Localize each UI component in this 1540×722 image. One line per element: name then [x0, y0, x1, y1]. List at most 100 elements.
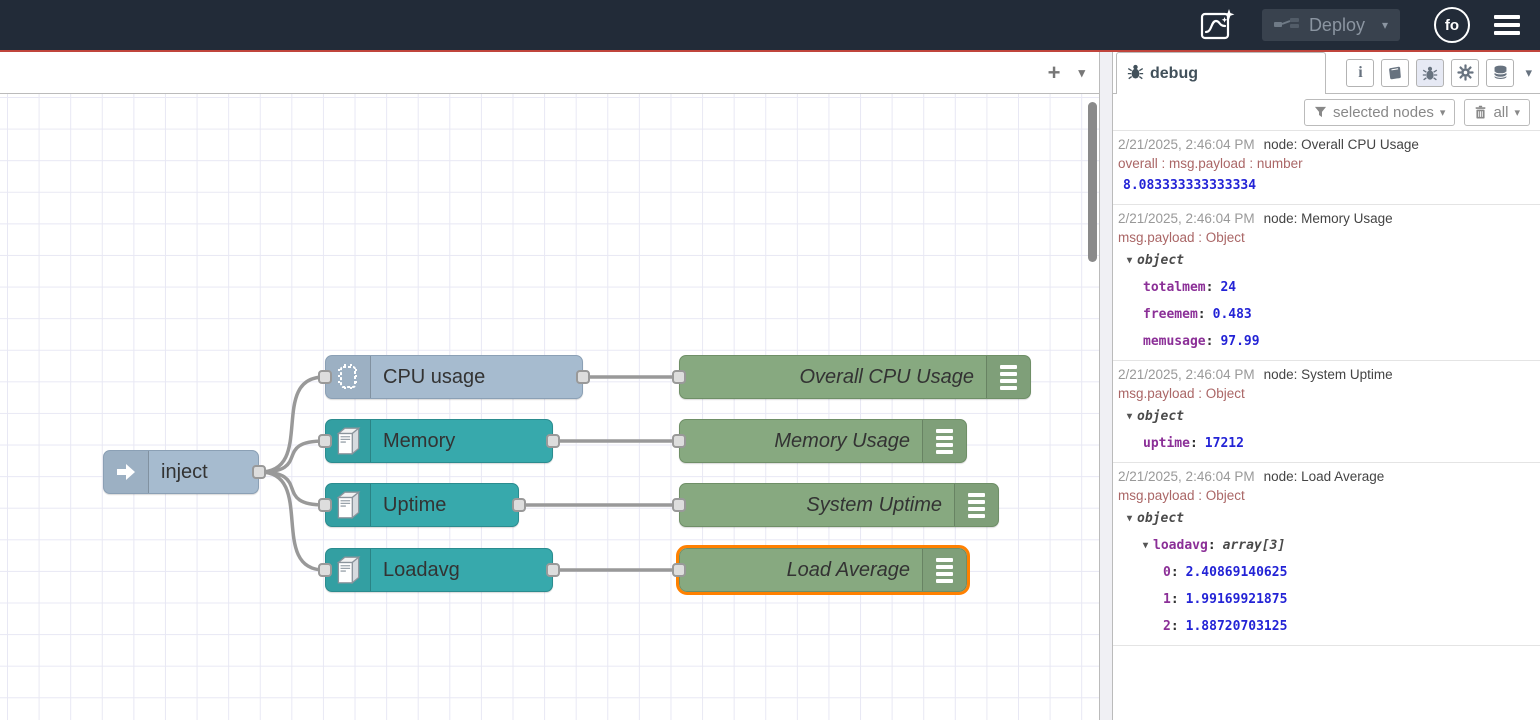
- output-port[interactable]: [546, 434, 560, 448]
- object-entry: memusage: 97.99: [1118, 328, 1536, 355]
- node-loadavg[interactable]: Loadavg: [325, 548, 553, 592]
- user-avatar[interactable]: fo: [1434, 7, 1470, 43]
- canvas-vertical-scrollbar[interactable]: [1088, 102, 1097, 262]
- node-label: Loadavg: [371, 559, 552, 582]
- sidebar-more-caret-icon[interactable]: ▾: [1525, 65, 1532, 81]
- output-port[interactable]: [576, 370, 590, 384]
- bug-icon: [1127, 63, 1144, 85]
- server-icon: [326, 484, 371, 526]
- main-menu-icon[interactable]: [1494, 15, 1520, 35]
- input-port[interactable]: [672, 498, 686, 512]
- node-memory[interactable]: Memory: [325, 419, 553, 463]
- server-icon: [326, 420, 371, 462]
- collapse-caret-icon[interactable]: ▾: [1127, 505, 1132, 532]
- inject-arrow-icon: [104, 451, 149, 493]
- message-property: msg.payload : Object: [1118, 486, 1536, 505]
- node-label: Load Average: [680, 559, 922, 582]
- message-property: msg.payload : Object: [1118, 228, 1536, 247]
- input-port[interactable]: [318, 434, 332, 448]
- main-area: + ▾ inject: [0, 52, 1540, 720]
- debug-list-icon: [922, 420, 966, 462]
- filter-caret-icon: ▾: [1440, 106, 1446, 119]
- clear-scope-label: all: [1493, 104, 1508, 121]
- deploy-caret-icon[interactable]: ▾: [1374, 18, 1388, 32]
- workspace-column: + ▾ inject: [0, 52, 1100, 720]
- debug-message: 2/21/2025, 2:46:04 PM node: Overall CPU …: [1113, 131, 1540, 205]
- node-debug-system-uptime[interactable]: System Uptime: [679, 483, 999, 527]
- input-port[interactable]: [318, 498, 332, 512]
- output-port[interactable]: [512, 498, 526, 512]
- input-port[interactable]: [672, 563, 686, 577]
- node-inject[interactable]: inject: [103, 450, 259, 494]
- message-timestamp: 2/21/2025, 2:46:04 PM: [1118, 467, 1255, 486]
- message-source-node: node: Overall CPU Usage: [1264, 135, 1419, 154]
- message-timestamp: 2/21/2025, 2:46:04 PM: [1118, 209, 1255, 228]
- microchip-icon: [326, 356, 371, 398]
- message-source-node: node: Memory Usage: [1264, 209, 1393, 228]
- array-entry: 1: 1.99169921875: [1118, 586, 1536, 613]
- object-entry: freemem: 0.483: [1118, 301, 1536, 328]
- deploy-nodes-icon: [1274, 17, 1300, 34]
- filter-selected-nodes-button[interactable]: selected nodes ▾: [1304, 99, 1455, 126]
- input-port[interactable]: [672, 434, 686, 448]
- message-timestamp: 2/21/2025, 2:46:04 PM: [1118, 365, 1255, 384]
- debug-message-list[interactable]: 2/21/2025, 2:46:04 PM node: Overall CPU …: [1113, 131, 1540, 720]
- input-port[interactable]: [672, 370, 686, 384]
- filter-funnel-icon: [1314, 106, 1327, 118]
- collapse-caret-icon[interactable]: ▾: [1127, 247, 1132, 274]
- clear-messages-button[interactable]: all ▾: [1464, 99, 1530, 126]
- input-port[interactable]: [318, 370, 332, 384]
- node-label: Memory: [371, 430, 552, 453]
- flow-list-caret-icon[interactable]: ▾: [1078, 66, 1085, 79]
- debug-list-icon: [986, 356, 1030, 398]
- info-tab-button[interactable]: i: [1346, 59, 1374, 87]
- node-debug-memory-usage[interactable]: Memory Usage: [679, 419, 967, 463]
- output-port[interactable]: [252, 465, 266, 479]
- collapse-caret-icon[interactable]: ▾: [1143, 532, 1148, 559]
- object-root: object: [1137, 403, 1184, 430]
- flow-assistant-icon[interactable]: [1200, 8, 1236, 42]
- node-label: Memory Usage: [680, 430, 922, 453]
- clear-caret-icon: ▾: [1514, 106, 1520, 119]
- output-port[interactable]: [546, 563, 560, 577]
- input-port[interactable]: [318, 563, 332, 577]
- node-cpu-usage[interactable]: CPU usage: [325, 355, 583, 399]
- debug-sidebar: debug i: [1113, 52, 1540, 720]
- sidebar-header: debug i: [1113, 52, 1540, 94]
- node-label: inject: [149, 461, 258, 484]
- sidebar-tab-buttons: i: [1326, 52, 1540, 93]
- collapse-caret-icon[interactable]: ▾: [1127, 403, 1132, 430]
- tab-debug[interactable]: debug: [1116, 52, 1326, 94]
- sidebar-resize-handle[interactable]: [1100, 52, 1113, 720]
- object-root: object: [1137, 505, 1184, 532]
- array-entry-header: ▾ loadavg: array[3]: [1118, 532, 1536, 559]
- object-root: object: [1137, 247, 1184, 274]
- message-timestamp: 2/21/2025, 2:46:04 PM: [1118, 135, 1255, 154]
- node-debug-load-average[interactable]: Load Average: [679, 548, 967, 592]
- message-value: 8.083333333333334: [1118, 173, 1536, 199]
- message-source-node: node: System Uptime: [1264, 365, 1393, 384]
- add-flow-button[interactable]: +: [1048, 62, 1061, 84]
- flow-canvas[interactable]: inject CPU usage: [0, 94, 1099, 720]
- config-nodes-tab-button[interactable]: [1451, 59, 1479, 87]
- node-debug-overall-cpu-usage[interactable]: Overall CPU Usage: [679, 355, 1031, 399]
- debug-tab-button[interactable]: [1416, 59, 1444, 87]
- debug-filter-row: selected nodes ▾ all ▾: [1113, 94, 1540, 131]
- message-source-node: node: Load Average: [1264, 467, 1385, 486]
- array-entry: 2: 1.88720703125: [1118, 613, 1536, 640]
- workspace-tab-bar: + ▾: [0, 52, 1099, 94]
- node-label: Overall CPU Usage: [680, 366, 986, 389]
- debug-message: 2/21/2025, 2:46:04 PM node: System Uptim…: [1113, 361, 1540, 463]
- deploy-button[interactable]: Deploy ▾: [1262, 9, 1400, 41]
- filter-label: selected nodes: [1333, 104, 1434, 121]
- object-entry: totalmem: 24: [1118, 274, 1536, 301]
- context-data-tab-button[interactable]: [1486, 59, 1514, 87]
- deploy-label: Deploy: [1309, 15, 1365, 36]
- message-property: overall : msg.payload : number: [1118, 154, 1536, 173]
- header-bar: Deploy ▾ fo: [0, 0, 1540, 52]
- wires: [0, 94, 1099, 720]
- tab-debug-label: debug: [1150, 65, 1198, 83]
- node-uptime[interactable]: Uptime: [325, 483, 519, 527]
- message-property: msg.payload : Object: [1118, 384, 1536, 403]
- help-tab-button[interactable]: [1381, 59, 1409, 87]
